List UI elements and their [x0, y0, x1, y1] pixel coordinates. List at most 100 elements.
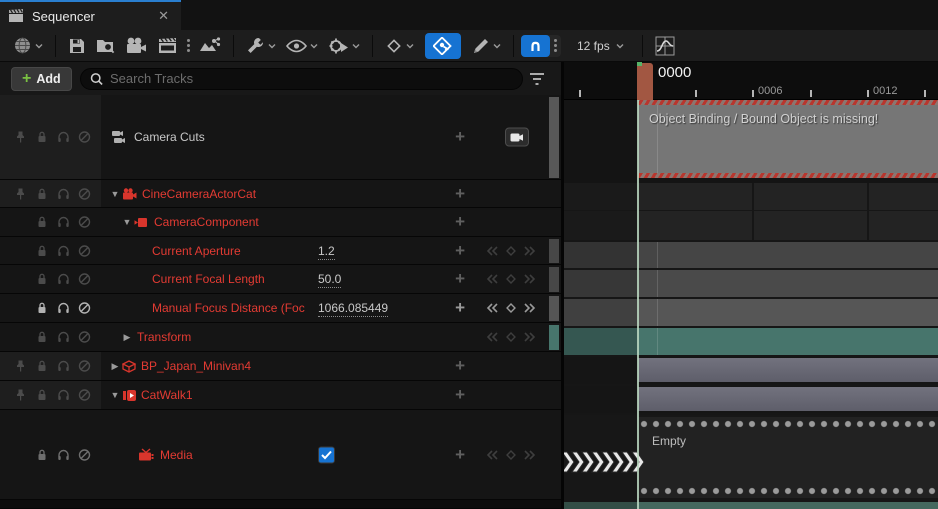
track-row-media[interactable]: Media + — [0, 410, 561, 500]
track-row-camera-cuts[interactable]: Camera Cuts + — [0, 95, 561, 180]
headphones-icon[interactable] — [57, 188, 70, 200]
mute-slash-icon[interactable] — [78, 131, 91, 144]
add-track-button-row[interactable]: + — [455, 212, 465, 232]
add-keyframe-icon[interactable] — [505, 273, 517, 285]
lock-icon[interactable] — [36, 389, 48, 402]
bp-section[interactable] — [638, 358, 938, 382]
headphones-icon[interactable] — [57, 331, 70, 343]
track-row-cameracomponent[interactable]: ▼ CameraComponent + — [0, 208, 561, 237]
expander-icon[interactable]: ▼ — [108, 390, 122, 400]
add-keyframe-icon[interactable] — [505, 245, 517, 257]
snap-options-dots-icon[interactable] — [550, 39, 561, 52]
expander-icon[interactable]: ▼ — [120, 217, 134, 227]
search-tracks-box[interactable] — [80, 68, 523, 90]
add-track-button-row[interactable]: + — [455, 184, 465, 204]
lock-icon[interactable] — [36, 331, 48, 344]
curve-editor-button[interactable] — [650, 32, 680, 60]
add-track-button[interactable]: + Add — [11, 67, 72, 91]
world-context-button[interactable] — [8, 32, 48, 59]
headphones-icon[interactable] — [57, 360, 70, 372]
prev-key-icon[interactable] — [486, 302, 499, 314]
time-ruler[interactable]: 0006 0012 0000 — [564, 62, 938, 100]
media-section-filmstrip[interactable]: Empty — [638, 417, 938, 498]
headphones-icon[interactable] — [57, 131, 70, 143]
camera-cut-section-missing-binding[interactable]: Object Binding / Bound Object is missing… — [638, 100, 938, 178]
add-section-button[interactable]: + — [455, 445, 465, 465]
prev-key-icon[interactable] — [486, 449, 499, 461]
headphones-icon[interactable] — [57, 449, 70, 461]
next-key-icon[interactable] — [523, 302, 536, 314]
fps-dropdown[interactable]: 12 fps — [571, 39, 630, 53]
next-key-icon[interactable] — [523, 245, 536, 257]
lock-icon[interactable] — [36, 448, 48, 461]
prev-key-icon[interactable] — [486, 331, 499, 343]
expander-icon[interactable]: ▼ — [108, 189, 122, 199]
create-camera-button[interactable] — [152, 33, 183, 58]
view-options-button[interactable] — [281, 35, 323, 57]
edit-options-button[interactable] — [467, 33, 506, 59]
lane-current-focal-length-section[interactable] — [564, 270, 938, 297]
pin-icon[interactable] — [15, 360, 26, 373]
next-key-icon[interactable] — [523, 331, 536, 343]
playhead-line[interactable] — [637, 100, 639, 509]
playhead-marker[interactable] — [637, 63, 653, 100]
add-keyframe-icon[interactable] — [505, 302, 517, 314]
mute-slash-icon[interactable] — [78, 216, 91, 229]
track-row-current-focal-length[interactable]: Current Focal Length 50.0 + — [0, 265, 561, 294]
tab-sequencer[interactable]: Sequencer ✕ — [0, 0, 181, 30]
actor-sequence-button[interactable] — [194, 33, 226, 59]
track-row-transform[interactable]: ▶ Transform — [0, 323, 561, 352]
pin-icon[interactable] — [15, 131, 26, 144]
mute-slash-icon[interactable] — [78, 273, 91, 286]
browse-sequence-button[interactable] — [91, 33, 121, 59]
add-key-button[interactable]: + — [455, 241, 465, 261]
track-row-cinecameraactorcat[interactable]: ▼ CineCameraActorCat + — [0, 180, 561, 208]
track-row-catwalk1[interactable]: ▼ CatWalk1 + — [0, 381, 561, 410]
headphones-icon[interactable] — [57, 245, 70, 257]
add-section-button[interactable]: + — [455, 127, 465, 147]
lock-icon[interactable] — [36, 244, 48, 257]
pin-icon[interactable] — [15, 187, 26, 200]
expander-icon[interactable]: ▶ — [120, 332, 134, 343]
filter-button[interactable] — [529, 72, 545, 86]
playback-options-button[interactable] — [323, 33, 365, 59]
next-key-icon[interactable] — [523, 273, 536, 285]
search-input[interactable] — [110, 71, 513, 86]
camera-options-dots-icon[interactable] — [183, 39, 194, 52]
prev-key-icon[interactable] — [486, 273, 499, 285]
add-track-button-row[interactable]: + — [455, 356, 465, 376]
render-movie-button[interactable] — [121, 33, 152, 58]
headphones-icon[interactable] — [57, 389, 70, 401]
add-track-button-row[interactable]: + — [455, 385, 465, 405]
headphones-icon[interactable] — [57, 273, 70, 285]
pin-icon[interactable] — [15, 389, 26, 402]
mute-slash-icon[interactable] — [78, 389, 91, 402]
lock-icon[interactable] — [36, 131, 48, 144]
value-field[interactable]: 1066.085449 — [318, 301, 388, 317]
headphones-icon[interactable] — [57, 302, 70, 314]
tab-close-icon[interactable]: ✕ — [154, 8, 173, 24]
add-key-button[interactable]: + — [455, 269, 465, 289]
snap-toggle-button[interactable]: ∩ — [521, 35, 550, 57]
expander-icon[interactable]: ▶ — [108, 361, 122, 372]
add-keyframe-icon[interactable] — [505, 449, 517, 461]
track-row-current-aperture[interactable]: Current Aperture 1.2 + — [0, 237, 561, 265]
next-key-icon[interactable] — [523, 449, 536, 461]
timeline-area[interactable]: 0006 0012 0000 Object Binding / Bound Ob… — [564, 62, 938, 509]
mute-slash-icon[interactable] — [78, 448, 91, 461]
value-field[interactable]: 50.0 — [318, 272, 341, 288]
lane-manual-focus-distance-section[interactable] — [564, 299, 938, 326]
catwalk-section[interactable] — [638, 387, 938, 411]
auto-key-button[interactable] — [425, 33, 461, 59]
lock-icon[interactable] — [36, 360, 48, 373]
lane-current-aperture-section[interactable] — [564, 242, 938, 268]
prev-key-icon[interactable] — [486, 245, 499, 257]
add-keyframe-icon[interactable] — [505, 331, 517, 343]
add-key-button[interactable]: + — [455, 298, 465, 318]
media-active-checkbox[interactable] — [318, 446, 335, 463]
mute-slash-icon[interactable] — [78, 244, 91, 257]
lock-icon[interactable] — [36, 302, 48, 315]
lock-icon[interactable] — [36, 273, 48, 286]
lock-viewport-camera-button[interactable] — [505, 128, 529, 147]
mute-slash-icon[interactable] — [78, 187, 91, 200]
